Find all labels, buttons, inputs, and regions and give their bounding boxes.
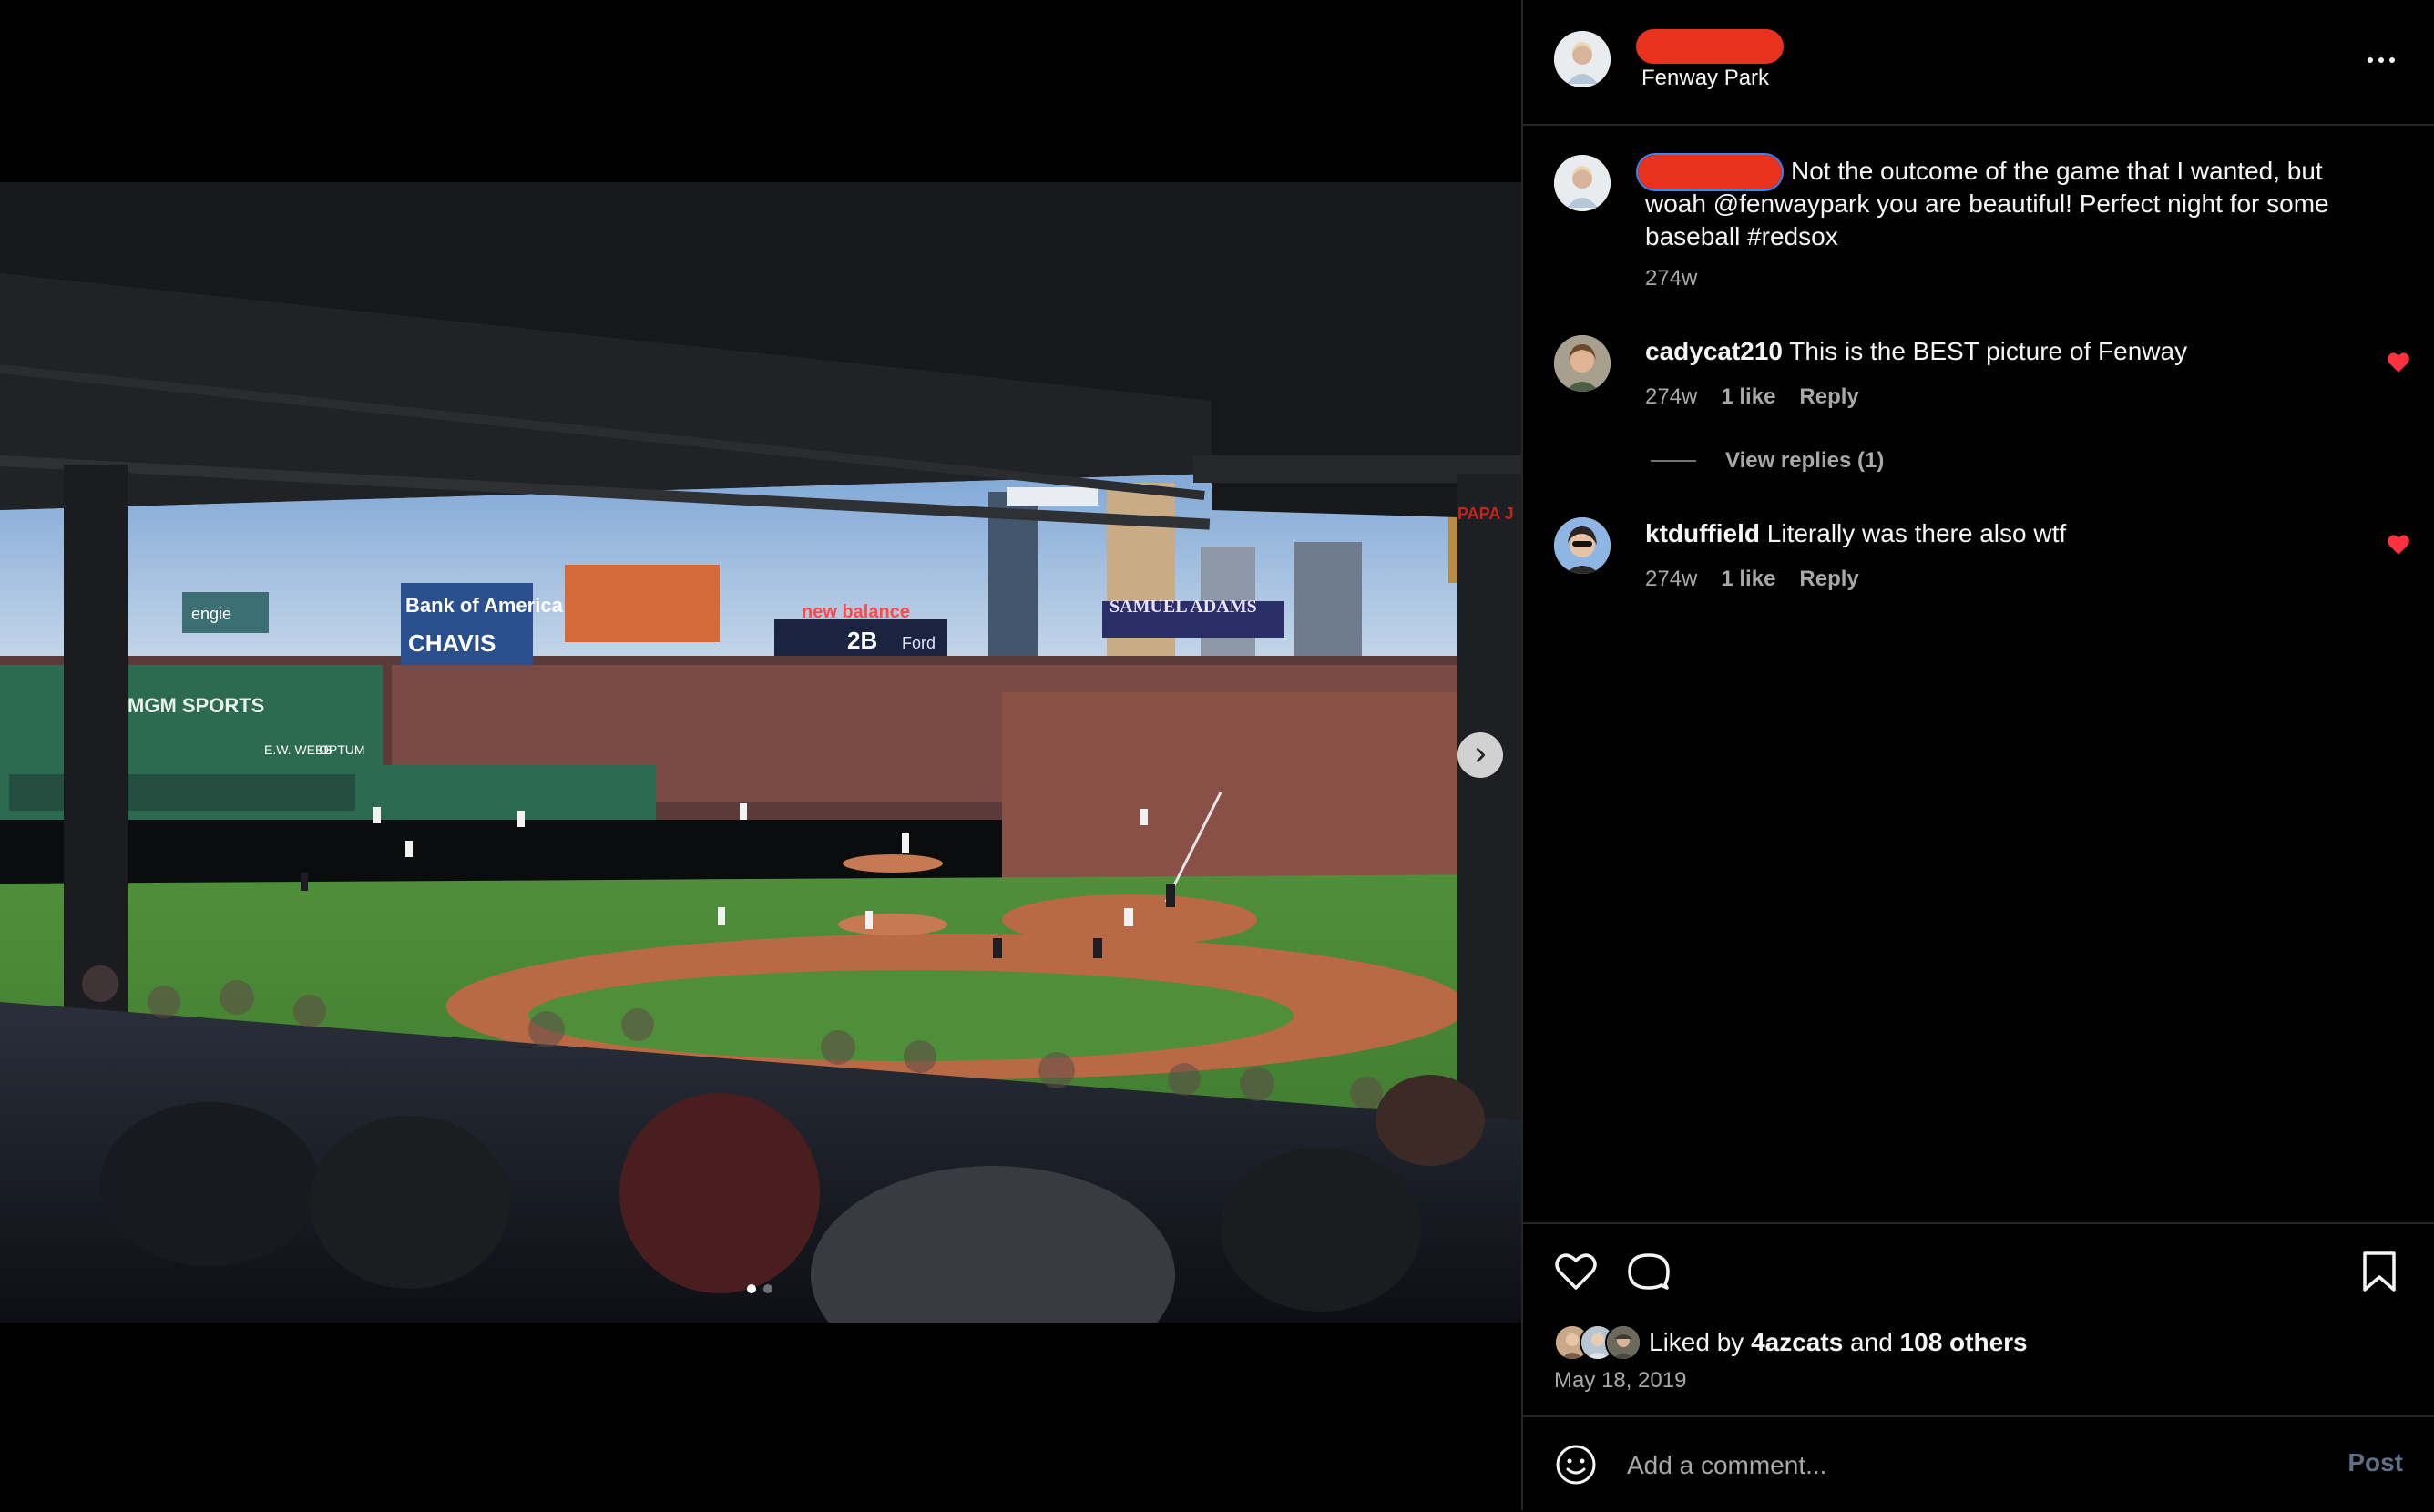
- smiley-icon: [1556, 1445, 1596, 1485]
- ellipsis-icon: [2378, 57, 2384, 63]
- commenter-avatar[interactable]: [1554, 335, 1611, 392]
- comment-age: 274w: [1645, 567, 1698, 591]
- sign-new-balance: new balance: [802, 602, 910, 622]
- carousel-indicator: [747, 1284, 772, 1293]
- comment-username[interactable]: cadycat210: [1645, 337, 1783, 365]
- comment-meta: 274w 1 like Reply: [1645, 567, 1859, 592]
- author-avatar-image: [1554, 31, 1611, 87]
- sign-engie: engie: [191, 605, 231, 623]
- scoreboard-name: CHAVIS: [408, 629, 496, 657]
- sign-samuel-adams: SAMUEL ADAMS: [1110, 597, 1257, 617]
- liked-heart-icon[interactable]: [2387, 534, 2410, 556]
- comment-text: This is the BEST picture of Fenway: [1789, 337, 2188, 365]
- post-header: Fenway Park: [1523, 0, 2434, 126]
- liker-avatar: [1605, 1324, 1641, 1361]
- fenway-park-photo: Bank of America engie CHAVIS new balance…: [0, 182, 1521, 1323]
- next-slide-button[interactable]: [1457, 732, 1503, 778]
- ellipsis-icon: [2389, 57, 2395, 63]
- likes-prefix: Liked by: [1649, 1328, 1744, 1356]
- add-comment-bar: Post: [1523, 1415, 2434, 1512]
- bookmark-icon: [2363, 1251, 2396, 1292]
- commenter-avatar-image: [1554, 517, 1611, 574]
- post-actions: Liked by 4azcats and 108 others May 18, …: [1523, 1222, 2434, 1415]
- caption-meta: 274w: [1645, 266, 1697, 291]
- caption-age: 274w: [1645, 266, 1698, 291]
- likes-summary[interactable]: Liked by 4azcats and 108 others: [1554, 1324, 2028, 1361]
- caption-text: Not the outcome of the game that I wante…: [1645, 157, 2329, 250]
- liker-avatars: [1554, 1324, 1641, 1361]
- likes-joiner: and: [1850, 1328, 1893, 1356]
- reply-button[interactable]: Reply: [1799, 384, 1858, 410]
- comment-bubble-icon: [1628, 1253, 1670, 1290]
- comment-content: cadycat210 This is the BEST picture of F…: [1645, 335, 2352, 368]
- more-options-button[interactable]: [2359, 44, 2403, 77]
- sign-mgm: MGM SPORTS: [128, 694, 264, 717]
- media-pane: Bank of America engie CHAVIS new balance…: [0, 0, 1521, 1510]
- author-avatar[interactable]: [1554, 31, 1611, 87]
- post-date: May 18, 2019: [1554, 1368, 1687, 1393]
- comment-text: Literally was there also wtf: [1766, 519, 2067, 547]
- view-replies-button[interactable]: View replies (1): [1651, 448, 1884, 474]
- chevron-right-icon: [1476, 748, 1486, 762]
- liked-heart-icon[interactable]: [2387, 352, 2410, 373]
- post-photo[interactable]: Bank of America engie CHAVIS new balance…: [0, 182, 1521, 1323]
- sign-bank-of-america: Bank of America: [405, 594, 564, 617]
- first-liker[interactable]: 4azcats: [1751, 1328, 1843, 1357]
- save-button[interactable]: [2356, 1248, 2403, 1295]
- redacted-username: [1636, 29, 1784, 64]
- commenter-avatar[interactable]: [1554, 517, 1611, 574]
- carousel-dot: [763, 1284, 772, 1293]
- comment-content: ktduffield Literally was there also wtf: [1645, 517, 2352, 550]
- others-count[interactable]: 108 others: [1900, 1328, 2028, 1357]
- comment-meta: 274w 1 like Reply: [1645, 384, 1859, 410]
- replies-divider: [1651, 460, 1696, 462]
- sign-papa: PAPA J: [1457, 505, 1514, 523]
- sign-ford: Ford: [902, 634, 936, 652]
- carousel-dot-active: [747, 1284, 756, 1293]
- caption-author-avatar[interactable]: [1554, 155, 1611, 211]
- post-location[interactable]: Fenway Park: [1641, 66, 1769, 91]
- sign-optum: OPTUM: [319, 742, 365, 757]
- post-comment-button[interactable]: Post: [2347, 1448, 2403, 1477]
- comment-input[interactable]: [1625, 1439, 2266, 1492]
- comment-username[interactable]: ktduffield: [1645, 519, 1760, 547]
- comment-like-count[interactable]: 1 like: [1721, 567, 1775, 592]
- reply-button[interactable]: Reply: [1799, 567, 1858, 592]
- scoreboard-inning: 2B: [847, 627, 877, 654]
- heart-outline-icon: [1555, 1253, 1597, 1290]
- comment-age: 274w: [1645, 384, 1698, 409]
- like-button[interactable]: [1552, 1248, 1600, 1295]
- commenter-avatar-image: [1554, 335, 1611, 392]
- comment-button[interactable]: [1625, 1248, 1672, 1295]
- author-avatar-image: [1554, 155, 1611, 211]
- comment-like-count[interactable]: 1 like: [1721, 384, 1775, 410]
- view-replies-label: View replies (1): [1725, 448, 1885, 473]
- ellipsis-icon: [2368, 57, 2373, 63]
- emoji-button[interactable]: [1554, 1443, 1598, 1486]
- post-sidebar: Fenway Park Not the outcome of the game …: [1521, 0, 2434, 1510]
